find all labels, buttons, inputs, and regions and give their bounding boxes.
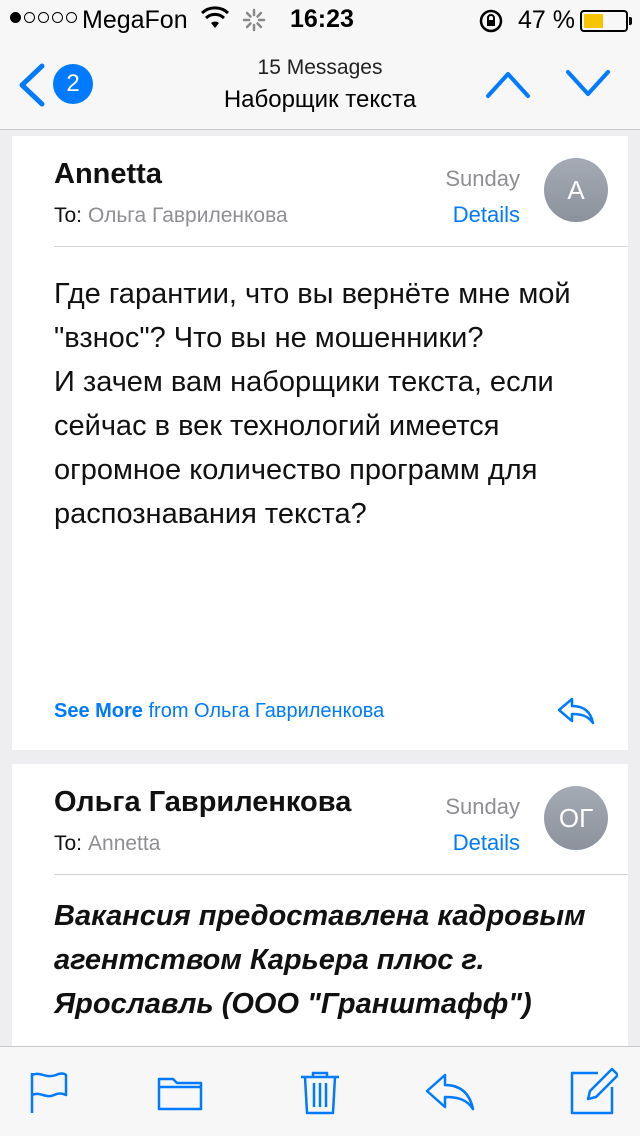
header-divider — [54, 874, 628, 875]
body-paragraph: Где гарантии, что вы вернёте мне мой "вз… — [54, 278, 571, 354]
rotation-lock-icon — [478, 8, 504, 41]
battery-icon — [580, 10, 632, 32]
message-body: Где гарантии, что вы вернёте мне мой "вз… — [54, 272, 594, 536]
message-date: Sunday — [445, 794, 520, 819]
reply-icon[interactable] — [556, 696, 596, 726]
activity-spinner-icon — [242, 8, 266, 39]
see-more-label: See More — [54, 700, 143, 722]
previous-message-chevron-up-icon[interactable] — [484, 66, 532, 102]
sender-name: Annetta — [54, 158, 162, 190]
message-card: Annetta To: Ольга Гавриленкова Sunday Det… — [12, 136, 628, 750]
recipient-name: Annetta — [88, 832, 161, 855]
wifi-icon — [200, 6, 230, 37]
folder-icon[interactable] — [155, 1067, 205, 1117]
message-thread[interactable]: Annetta To: Ольга Гавриленкова Sunday Det… — [0, 131, 640, 1046]
next-message-chevron-down-icon[interactable] — [564, 66, 612, 102]
body-paragraph: И зачем вам наборщики текста, если сейча… — [54, 366, 554, 530]
message-body: Вакансия предоставлена кадровым агентств… — [54, 900, 586, 1020]
to-label: To: — [54, 204, 83, 227]
sender-name: Ольга Гавриленкова — [54, 786, 352, 818]
signal-strength-icon — [10, 12, 77, 23]
avatar[interactable]: ОГ — [544, 786, 608, 850]
reply-icon[interactable] — [425, 1067, 475, 1117]
compose-icon[interactable] — [568, 1067, 620, 1117]
recipient-name: Ольга Гавриленкова — [88, 204, 288, 227]
message-count: 15 Messages — [257, 56, 383, 79]
carrier-name: MegaFon — [82, 6, 188, 34]
trash-icon[interactable] — [295, 1067, 345, 1117]
see-more-from: from Ольга Гавриленкова — [148, 700, 385, 722]
status-bar: MegaFon 16:23 47 % — [0, 0, 640, 40]
thread-title: Наборщик текста — [223, 86, 417, 113]
message-date: Sunday — [445, 166, 520, 191]
details-link[interactable]: Details — [453, 830, 520, 856]
avatar[interactable]: A — [544, 158, 608, 222]
navigation-bar: 2 15 Messages Наборщик текста — [0, 40, 640, 130]
header-divider — [54, 246, 628, 247]
see-more-link[interactable]: See More from Ольга Гавриленкова — [54, 700, 384, 723]
recipient-line: To: Annetta — [54, 832, 160, 856]
details-link[interactable]: Details — [453, 202, 520, 228]
flag-icon[interactable] — [24, 1067, 74, 1117]
battery-percent: 47 % — [518, 6, 575, 34]
clock: 16:23 — [290, 5, 354, 33]
to-label: To: — [54, 832, 83, 855]
bottom-toolbar — [0, 1046, 640, 1136]
message-card: Ольга Гавриленкова To: Annetta Sunday Det… — [12, 764, 628, 1046]
recipient-line: To: Ольга Гавриленкова — [54, 204, 288, 228]
